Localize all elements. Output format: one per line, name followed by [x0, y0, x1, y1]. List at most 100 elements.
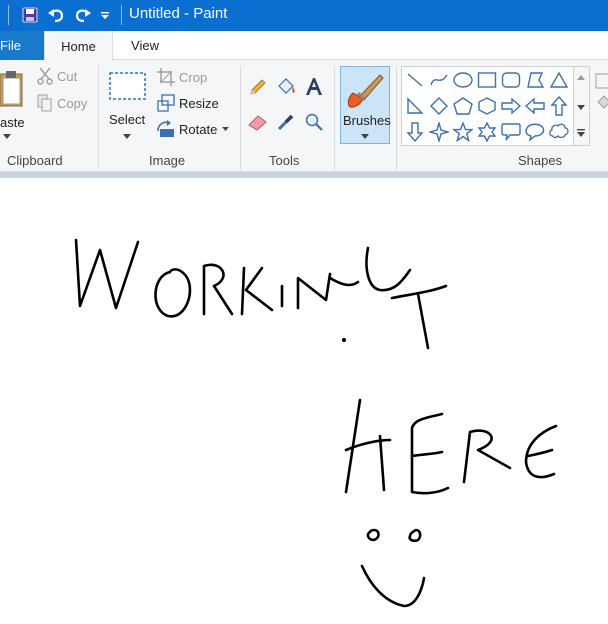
- right-arrow-shape[interactable]: [500, 95, 522, 117]
- magnifier-tool-button[interactable]: [302, 110, 326, 134]
- copy-label: Copy: [57, 96, 88, 111]
- resize-button[interactable]: Resize: [154, 92, 234, 114]
- right-arrow-shape-icon: [501, 97, 521, 115]
- drawing-canvas[interactable]: [0, 178, 608, 624]
- cut-button[interactable]: Cut: [36, 66, 92, 88]
- curve-shape[interactable]: [428, 69, 450, 91]
- magnifier-icon: [305, 113, 323, 131]
- six-point-star-shape-icon: [477, 122, 497, 142]
- resize-icon: [157, 94, 175, 112]
- select-dropdown-icon: [123, 134, 131, 139]
- oval-shape[interactable]: [452, 69, 474, 91]
- letter-k-stroke-2: [244, 266, 274, 312]
- right-eye: [408, 528, 422, 543]
- rounded-callout-shape[interactable]: [500, 121, 522, 143]
- eraser-tool-button[interactable]: [246, 110, 270, 134]
- eraser-icon: [248, 115, 267, 131]
- shapes-group-label: Shapes: [518, 153, 563, 168]
- triangle-shape-icon: [549, 71, 569, 88]
- crop-icon: [157, 68, 175, 86]
- hexagon-shape-icon: [478, 97, 496, 115]
- letter-g-stroke-3: [416, 292, 430, 350]
- line-shape[interactable]: [404, 69, 426, 91]
- crop-label: Crop: [179, 70, 208, 85]
- paste-label: aste: [0, 115, 25, 130]
- tab-view-label: View: [131, 38, 159, 53]
- left-eye: [366, 528, 380, 542]
- pentagon-shape[interactable]: [452, 95, 474, 117]
- copy-icon: [37, 94, 52, 112]
- tools-group-label: Tools: [269, 153, 300, 168]
- hexagon-shape[interactable]: [476, 95, 498, 117]
- save-icon[interactable]: [19, 4, 41, 26]
- smile: [360, 564, 426, 608]
- letter-h-stroke-3: [378, 434, 386, 492]
- scroll-down-icon[interactable]: [577, 105, 585, 111]
- rounded-rectangle-shape[interactable]: [500, 69, 522, 91]
- oval-callout-shape[interactable]: [524, 121, 546, 143]
- clipboard-group-label: Clipboard: [7, 153, 63, 168]
- diamond-shape[interactable]: [428, 95, 450, 117]
- letter-k-stroke-1: [240, 266, 246, 316]
- four-point-star-shape[interactable]: [428, 121, 450, 143]
- down-arrow-shape-icon: [406, 122, 424, 142]
- outline-fill-icon[interactable]: [594, 72, 608, 112]
- rotate-icon: [157, 120, 174, 137]
- brushes-dropdown-icon: [361, 134, 369, 139]
- rotate-button[interactable]: Rotate: [154, 118, 234, 140]
- right-triangle-shape[interactable]: [404, 95, 426, 117]
- tab-file[interactable]: File: [0, 31, 44, 60]
- rotate-dropdown-icon: [222, 127, 229, 132]
- paste-icon: [0, 71, 23, 107]
- ribbon: aste Cut Copy Clipboard Select Crop Resi…: [0, 60, 608, 172]
- tab-home[interactable]: Home: [44, 31, 113, 61]
- left-arrow-shape[interactable]: [524, 95, 546, 117]
- undo-icon[interactable]: [45, 4, 67, 26]
- customize-dropdown-icon[interactable]: [94, 4, 116, 26]
- five-point-star-shape[interactable]: [452, 121, 474, 143]
- fill-tool-button[interactable]: [274, 75, 298, 99]
- expand-gallery-icon[interactable]: [577, 129, 585, 137]
- group-divider: [98, 66, 99, 170]
- group-divider: [396, 66, 397, 170]
- curve-shape-icon: [430, 74, 448, 86]
- letter-e-stroke-2: [410, 450, 444, 458]
- color-picker-tool-button[interactable]: [274, 110, 298, 134]
- pencil-tool-button[interactable]: [246, 75, 270, 99]
- group-divider: [334, 66, 335, 170]
- title-bar: Untitled - Paint: [0, 0, 608, 31]
- tab-home-label: Home: [61, 38, 96, 54]
- polygon-shape[interactable]: [524, 69, 546, 91]
- rectangle-shape[interactable]: [476, 69, 498, 91]
- paste-button[interactable]: aste: [0, 64, 30, 142]
- letter-e-stroke-3: [524, 424, 558, 479]
- rounded-callout-shape-icon: [501, 123, 521, 141]
- brushes-button[interactable]: Brushes: [340, 66, 391, 144]
- up-arrow-shape[interactable]: [548, 95, 570, 117]
- triangle-shape[interactable]: [548, 69, 570, 91]
- paste-dropdown-icon: [3, 134, 11, 139]
- shapes-gallery-scrollbar[interactable]: [574, 66, 590, 146]
- pencil-icon: [250, 79, 266, 95]
- group-divider: [240, 66, 241, 170]
- up-arrow-shape-icon: [550, 96, 568, 116]
- text-tool-button[interactable]: [302, 75, 326, 99]
- four-point-star-shape-icon: [429, 122, 449, 142]
- six-point-star-shape[interactable]: [476, 121, 498, 143]
- select-button[interactable]: Select: [104, 66, 150, 144]
- redo-icon[interactable]: [72, 4, 94, 26]
- letter-g-stroke-4: [328, 276, 360, 287]
- select-icon: [109, 72, 146, 100]
- left-arrow-shape-icon: [525, 97, 545, 115]
- copy-button[interactable]: Copy: [36, 92, 92, 114]
- scroll-up-icon[interactable]: [577, 75, 585, 81]
- tab-view[interactable]: View: [114, 31, 176, 60]
- window-title: Untitled - Paint: [129, 5, 228, 22]
- shapes-gallery: [401, 66, 574, 146]
- oval-callout-shape-icon: [525, 123, 545, 142]
- five-point-star-shape-icon: [453, 122, 473, 142]
- down-arrow-shape[interactable]: [404, 121, 426, 143]
- cloud-callout-shape[interactable]: [548, 121, 570, 143]
- image-group-label: Image: [149, 153, 186, 168]
- crop-button[interactable]: Crop: [154, 66, 234, 88]
